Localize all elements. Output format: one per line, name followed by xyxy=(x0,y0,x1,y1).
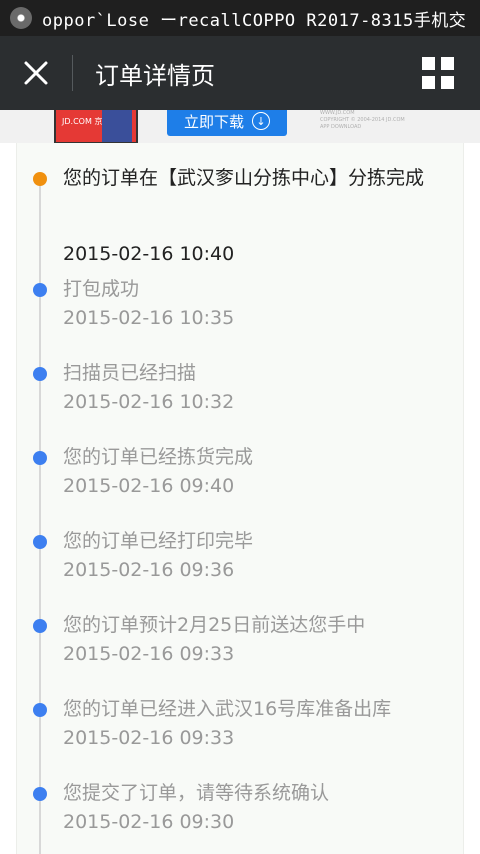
timeline-item-text: 扫描员已经扫描 xyxy=(63,362,197,384)
order-timeline: 您的订单在【武汉奓山分拣中心】分拣完成 2015-02-16 10:40 打包成… xyxy=(16,143,464,854)
download-label: 立即下载 xyxy=(183,112,244,131)
timeline-dot xyxy=(33,367,47,381)
timeline-item-text: 您提交了订单，请等待系统确认 xyxy=(63,782,330,804)
download-icon: ↓ xyxy=(252,112,270,130)
timeline-dot xyxy=(33,787,47,801)
close-icon xyxy=(24,61,48,85)
app-preview-image: JD.COM 京东 xyxy=(54,110,138,143)
timeline-item-text: 打包成功 xyxy=(63,278,140,300)
timeline-item-time: 2015-02-16 09:36 xyxy=(63,559,235,581)
timeline-item-time: 2015-02-16 09:40 xyxy=(63,475,235,497)
timeline-item-time: 2015-02-16 10:40 xyxy=(63,243,235,265)
timeline-dot xyxy=(33,283,47,297)
timeline-item-time: 2015-02-16 10:32 xyxy=(63,391,235,413)
timeline-item-time: 2015-02-16 09:33 xyxy=(63,727,235,749)
timeline-item-text: 您的订单已经拣货完成 xyxy=(63,446,254,468)
timeline-dot xyxy=(33,451,47,465)
status-bar-text: oppor`Lose ーrecallCOPPO R2017-8315手机交 xyxy=(42,10,467,31)
timeline-item-text: 您的订单预计2月25日前送达您手中 xyxy=(63,614,366,636)
download-button[interactable]: 立即下载 ↓ xyxy=(167,110,287,136)
timeline-item-text: 您的订单已经进入武汉16号库准备出库 xyxy=(63,698,392,720)
nav-bar: 订单详情页 xyxy=(0,36,480,110)
timeline-item-time: 2015-02-16 10:35 xyxy=(63,307,235,329)
timeline-item-text: 您的订单已经打印完毕 xyxy=(63,530,254,552)
app-download-banner[interactable]: JD.COM 京东 立即下载 ↓ WWW.JD.COM COPYRIGHT © … xyxy=(0,110,480,143)
timeline-dot xyxy=(33,535,47,549)
page-title: 订单详情页 xyxy=(95,61,215,90)
grid-icon xyxy=(422,57,454,89)
banner-fine-print: WWW.JD.COM COPYRIGHT © 2004-2014 JD.COM … xyxy=(320,110,405,130)
close-button[interactable] xyxy=(0,36,72,110)
timeline-item-text: 您的订单在【武汉奓山分拣中心】分拣完成 xyxy=(63,167,425,189)
menu-grid-button[interactable] xyxy=(406,36,470,110)
timeline-item-time: 2015-02-16 09:30 xyxy=(63,811,235,833)
timeline-dot xyxy=(33,619,47,633)
notification-icon xyxy=(10,7,32,29)
timeline-item-time: 2015-02-16 09:33 xyxy=(63,643,235,665)
nav-divider xyxy=(72,55,73,91)
timeline-line xyxy=(39,181,41,854)
timeline-dot xyxy=(33,703,47,717)
timeline-dot-current xyxy=(33,172,47,186)
status-bar: oppor`Lose ーrecallCOPPO R2017-8315手机交 xyxy=(0,0,480,36)
